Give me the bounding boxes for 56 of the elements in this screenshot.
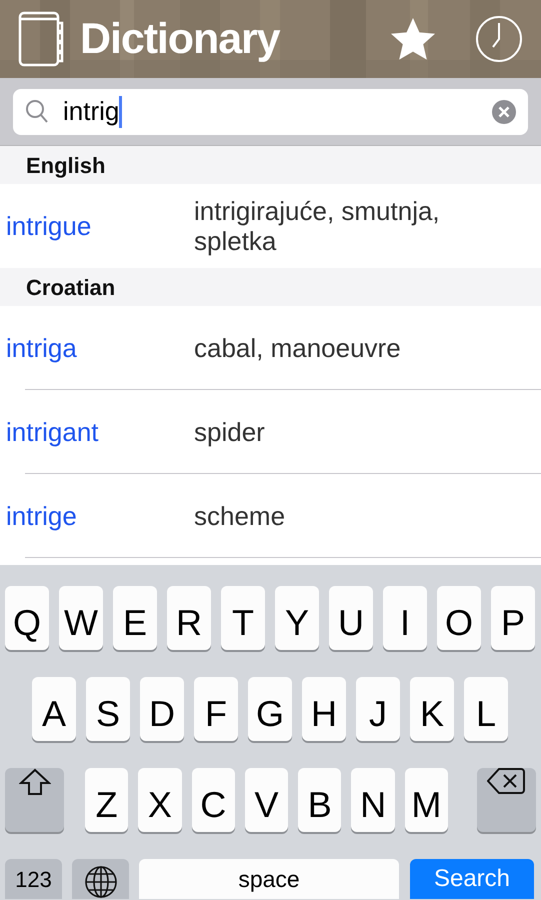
key[interactable]: E <box>113 586 157 650</box>
search-field[interactable]: intrig <box>13 88 528 134</box>
backspace-icon <box>487 768 526 794</box>
key[interactable]: U <box>329 586 373 650</box>
key[interactable]: Q <box>5 586 49 650</box>
key[interactable]: K <box>410 677 454 741</box>
key[interactable]: C <box>192 768 235 832</box>
key[interactable]: P <box>491 586 535 650</box>
list-row[interactable]: intriga cabal, manoeuvre <box>0 306 541 390</box>
key[interactable]: F <box>194 677 238 741</box>
key[interactable]: L <box>464 677 508 741</box>
key[interactable]: Z <box>85 768 128 832</box>
key[interactable]: G <box>248 677 292 741</box>
entry-word: intrigant <box>5 416 100 448</box>
entry-word: intrige <box>5 500 78 532</box>
key[interactable]: A <box>32 677 76 741</box>
list-row[interactable]: intrige scheme <box>0 474 541 558</box>
key[interactable]: N <box>351 768 395 832</box>
entry-translation: spider <box>194 417 266 447</box>
shift-key[interactable] <box>5 768 64 832</box>
entry-translation: scheme <box>194 501 286 531</box>
section-header: Croatian <box>26 274 116 302</box>
entry-word: intrigue <box>5 210 92 242</box>
key[interactable]: D <box>140 677 184 741</box>
history-clock-icon[interactable] <box>475 15 523 63</box>
key[interactable]: R <box>167 586 211 650</box>
key[interactable]: W <box>59 586 103 650</box>
book-icon <box>18 11 64 67</box>
favorites-star-icon[interactable] <box>389 16 437 62</box>
search-icon <box>25 98 49 124</box>
key[interactable]: H <box>302 677 346 741</box>
key[interactable]: S <box>86 677 130 741</box>
globe-icon <box>84 865 118 899</box>
key[interactable]: B <box>298 768 342 832</box>
globe-key[interactable] <box>72 859 129 899</box>
space-key[interactable]: space <box>139 859 399 899</box>
key[interactable]: T <box>221 586 265 650</box>
section-header: English <box>26 152 106 180</box>
key[interactable]: O <box>437 586 481 650</box>
delete-key[interactable] <box>476 768 536 832</box>
entry-translation: intrigirajuće, smutnja, spletka <box>194 196 441 256</box>
key[interactable]: X <box>138 768 182 832</box>
clear-icon[interactable] <box>492 100 516 124</box>
key[interactable]: J <box>356 677 400 741</box>
shift-icon <box>18 768 50 796</box>
list-row[interactable]: intrigue intrigirajuće, smutnja, spletka <box>0 184 541 268</box>
app-title: Dictionary <box>80 18 280 60</box>
numbers-key[interactable]: 123 <box>5 859 62 899</box>
key[interactable]: I <box>383 586 427 650</box>
search-key[interactable]: Search <box>410 859 534 899</box>
entry-word: intriga <box>5 332 78 364</box>
key[interactable]: M <box>404 768 448 832</box>
key[interactable]: Y <box>275 586 319 650</box>
entry-translation: cabal, manoeuvre <box>194 333 402 363</box>
list-row[interactable]: intrigant spider <box>0 390 541 474</box>
key[interactable]: V <box>244 768 288 832</box>
